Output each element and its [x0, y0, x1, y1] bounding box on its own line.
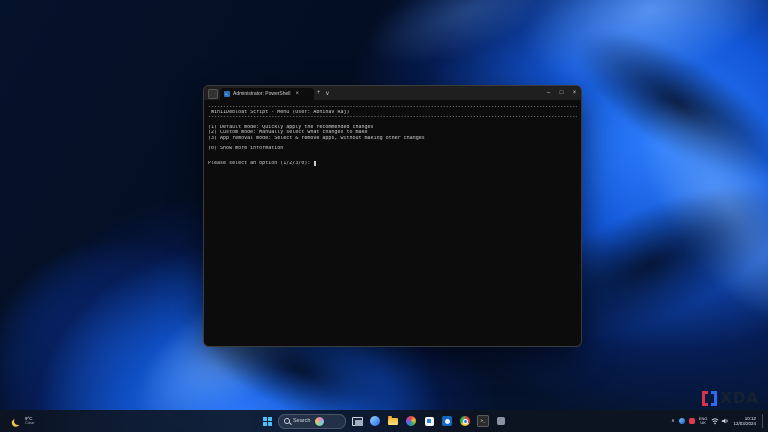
- chrome-button[interactable]: [458, 413, 472, 429]
- language-indicator[interactable]: ENG UK: [699, 417, 708, 426]
- new-tab-button[interactable]: +: [314, 86, 323, 100]
- language-line2: UK: [700, 421, 706, 426]
- photos-button[interactable]: [404, 413, 418, 429]
- powershell-icon: >_: [224, 91, 230, 97]
- terminal-prompt-row[interactable]: Please select an option (1/2/3/0):: [208, 161, 577, 166]
- tab-dropdown-button[interactable]: ∨: [323, 86, 332, 100]
- file-explorer-button[interactable]: [386, 413, 400, 429]
- copilot-icon: [370, 416, 380, 426]
- clock-date: 12/03/2024: [733, 421, 756, 426]
- folder-icon: [388, 418, 398, 425]
- terminal-content[interactable]: ----------------------------------------…: [204, 100, 581, 346]
- outlook-button[interactable]: [440, 413, 454, 429]
- titlebar-drag-area[interactable]: [332, 86, 542, 100]
- close-button[interactable]: ×: [568, 86, 581, 100]
- clock[interactable]: 10:12 12/03/2024: [733, 416, 756, 426]
- volume-icon: [721, 417, 729, 425]
- tray-app-blue-icon[interactable]: [679, 418, 685, 424]
- show-desktop-button[interactable]: [762, 414, 765, 428]
- tab-title: Administrator: PowerShell: [233, 91, 291, 97]
- xda-watermark: XDA: [702, 389, 759, 407]
- hidden-icons-chevron-icon[interactable]: ∧: [671, 418, 675, 424]
- weather-condition: Clear: [25, 421, 35, 426]
- taskbar-center-icons: Search >_: [260, 410, 508, 432]
- tab-close-icon[interactable]: ×: [296, 91, 300, 97]
- window-app-icon: [208, 89, 218, 99]
- wifi-icon: [711, 417, 719, 425]
- copilot-button[interactable]: [368, 413, 382, 429]
- windows-logo-icon: [263, 417, 272, 426]
- terminal-titlebar[interactable]: >_ Administrator: PowerShell × + ∨ – □ ×: [204, 86, 581, 100]
- tab-administrator-powershell[interactable]: >_ Administrator: PowerShell ×: [220, 88, 314, 100]
- search-icon: [284, 418, 290, 424]
- bing-daily-image-icon[interactable]: [315, 417, 324, 426]
- terminal-cursor: [314, 161, 316, 166]
- store-icon: [425, 417, 434, 426]
- system-tray: ∧ ENG UK 10:12 12/03/2024: [671, 410, 765, 432]
- outlook-icon: [442, 416, 452, 426]
- search-label: Search: [293, 418, 310, 424]
- weather-widget[interactable]: 9°C Clear: [10, 410, 39, 432]
- xda-bracket-right-icon: [711, 391, 717, 406]
- task-view-icon: [352, 417, 363, 426]
- terminal-icon: >_: [477, 415, 489, 427]
- quick-settings[interactable]: [711, 417, 729, 425]
- terminal-separator-line: ----------------------------------------…: [208, 115, 577, 120]
- minimize-button[interactable]: –: [542, 86, 555, 100]
- app-icon: [497, 417, 505, 425]
- task-view-button[interactable]: [350, 413, 364, 429]
- pinned-app-button[interactable]: [494, 413, 508, 429]
- terminal-button[interactable]: >_: [476, 413, 490, 429]
- store-button[interactable]: [422, 413, 436, 429]
- taskbar: 9°C Clear Search >_ ∧ ENG UK: [0, 410, 768, 432]
- terminal-prompt-text: Please select an option (1/2/3/0):: [208, 161, 313, 166]
- xda-watermark-text: XDA: [720, 389, 759, 407]
- start-button[interactable]: [260, 413, 274, 429]
- xda-bracket-left-icon: [702, 391, 708, 406]
- tray-app-red-icon[interactable]: [689, 418, 695, 424]
- maximize-button[interactable]: □: [555, 86, 568, 100]
- moon-weather-icon: [14, 417, 22, 425]
- terminal-window: >_ Administrator: PowerShell × + ∨ – □ ×…: [203, 85, 582, 347]
- search-box[interactable]: Search: [278, 414, 346, 429]
- chrome-icon: [460, 416, 470, 426]
- pinwheel-icon: [406, 416, 416, 426]
